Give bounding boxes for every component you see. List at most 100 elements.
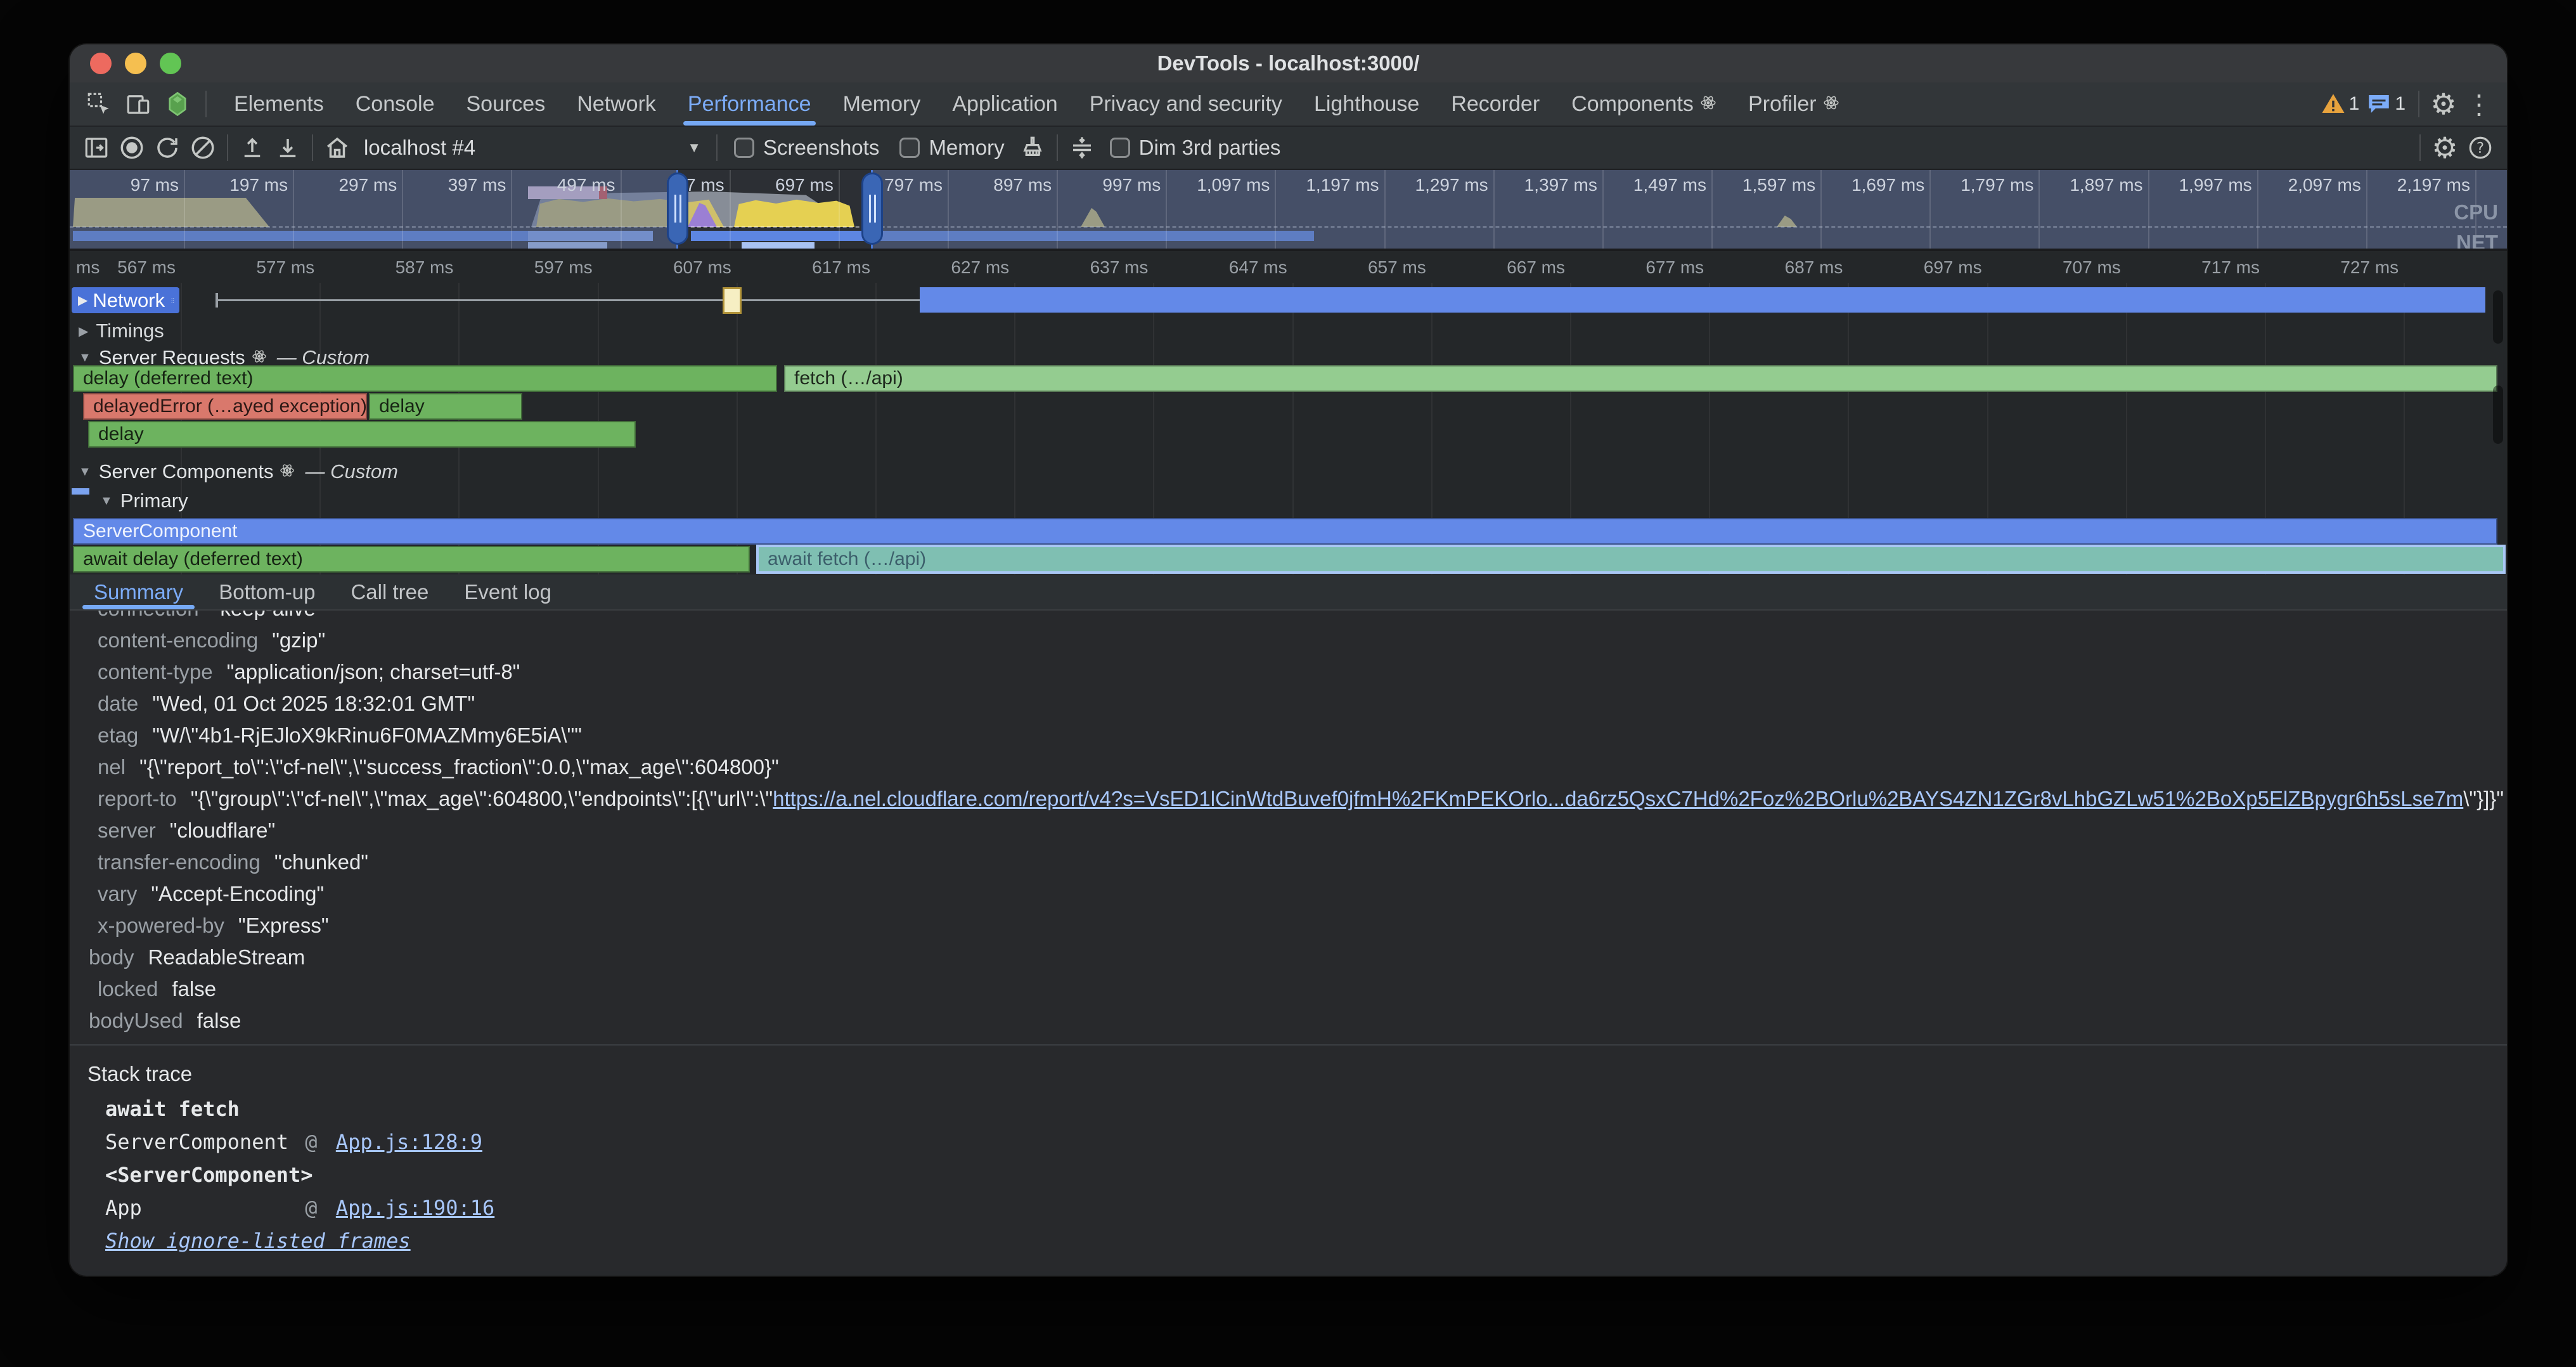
collapse-triangle-icon[interactable]: ▼ (79, 351, 91, 365)
settings-gear-icon[interactable]: ⚙ (2426, 87, 2461, 120)
ruler-time-label: 707 ms (2063, 257, 2121, 278)
flame-scrollbar-thumb[interactable] (2493, 385, 2503, 444)
overview-time-label: 1,297 ms (1415, 175, 1488, 195)
history-select[interactable]: localhost #4 ▼ (355, 131, 710, 164)
tab-call-tree[interactable]: Call tree (333, 574, 446, 609)
reload-record-button[interactable] (150, 131, 185, 164)
react-atom-icon (1700, 92, 1716, 117)
tab-recorder[interactable]: Recorder (1435, 82, 1555, 126)
overview-time-label: 1,997 ms (2179, 175, 2251, 195)
drag-handle-icon[interactable] (171, 292, 174, 309)
tab-elements[interactable]: Elements (218, 82, 340, 126)
timeline-overview[interactable]: 97 ms197 ms297 ms397 ms497 ms597 ms697 m… (70, 170, 2507, 251)
flame-bar-await-fetch-selected[interactable]: await fetch (…/api) (756, 545, 2506, 574)
overview-time-label: 2,097 ms (2288, 175, 2361, 195)
tab-components[interactable]: Components (1555, 82, 1732, 126)
flame-bar-await-delay[interactable]: await delay (deferred text) (73, 546, 750, 573)
device-toolbar-icon[interactable] (120, 87, 156, 120)
flame-scrollbar-thumb[interactable] (2493, 290, 2503, 344)
tab-application[interactable]: Application (936, 82, 1073, 126)
expand-triangle-icon[interactable]: ▶ (79, 323, 88, 339)
tab-bottom-up[interactable]: Bottom-up (201, 574, 333, 609)
tab-privacy-security[interactable]: Privacy and security (1074, 82, 1298, 126)
zoom-window-button[interactable] (160, 53, 181, 74)
source-location-link[interactable]: App.js:128:9 (336, 1130, 482, 1154)
checkbox-box[interactable] (1110, 138, 1130, 158)
tab-memory[interactable]: Memory (827, 82, 937, 126)
toggle-sidebar-icon[interactable] (79, 131, 114, 164)
collapse-triangle-icon[interactable]: ▼ (79, 465, 91, 479)
ruler-time-label: 627 ms (951, 257, 1009, 278)
flame-bar-delay[interactable]: delay (369, 393, 522, 420)
overview-time-label: 197 ms (229, 175, 288, 195)
flame-bar-delay-deferred[interactable]: delay (deferred text) (73, 365, 777, 392)
flame-chart[interactable]: 567 ms577 ms587 ms597 ms607 ms617 ms627 … (70, 251, 2507, 574)
summary-panel: connection"keep-alive" content-encoding"… (70, 611, 2507, 1271)
tab-summary[interactable]: Summary (76, 574, 201, 609)
tab-profiler[interactable]: Profiler (1732, 82, 1855, 126)
overview-time-label: 997 ms (1102, 175, 1161, 195)
window-handle-right[interactable] (861, 172, 883, 245)
overview-time-label: 1,097 ms (1197, 175, 1270, 195)
tab-sources[interactable]: Sources (450, 82, 561, 126)
performance-toolbar: localhost #4 ▼ Screenshots Memory Dim 3r… (70, 127, 2507, 170)
collect-garbage-icon[interactable] (1015, 131, 1050, 164)
warnings-button[interactable]: 1 (2320, 87, 2366, 120)
network-request-bar-pending[interactable] (723, 287, 742, 314)
flame-bar-fetch-api[interactable]: fetch (…/api) (784, 365, 2497, 392)
show-ignore-listed-frames-link[interactable]: Show ignore-listed frames (70, 1224, 2507, 1257)
ruler-time-label: 647 ms (1229, 257, 1287, 278)
track-network[interactable]: ▶ Network (72, 287, 179, 313)
dim-3rd-parties-checkbox[interactable]: Dim 3rd parties (1110, 136, 1281, 160)
tab-lighthouse[interactable]: Lighthouse (1298, 82, 1435, 126)
track-server-components[interactable]: ▼ Server Components — Custom (79, 460, 398, 483)
track-primary[interactable]: ▼ Primary (100, 489, 188, 512)
overview-tick (621, 170, 622, 249)
home-icon[interactable] (319, 131, 355, 164)
report-endpoint-link[interactable]: https://a.nel.cloudflare.com/report/v4?s… (773, 787, 2463, 810)
network-request-bar[interactable] (920, 287, 2485, 313)
window-handle-left[interactable] (667, 172, 688, 245)
checkbox-box[interactable] (734, 138, 754, 158)
checkbox-box[interactable] (899, 138, 920, 158)
overview-tick (1057, 170, 1058, 249)
tab-network[interactable]: Network (561, 82, 672, 126)
tab-performance[interactable]: Performance (672, 82, 827, 126)
tab-console[interactable]: Console (340, 82, 451, 126)
help-icon[interactable]: ? (2463, 131, 2498, 164)
header-row: nel"{\"report_to\":\"cf-nel\",\"success_… (70, 751, 2507, 783)
track-timings[interactable]: ▶ Timings (79, 320, 164, 342)
tab-event-log[interactable]: Event log (446, 574, 569, 609)
overview-time-label: 97 ms (131, 175, 179, 195)
source-location-link[interactable]: App.js:190:16 (336, 1196, 494, 1220)
clear-button[interactable] (185, 131, 221, 164)
shortcuts-dialog-icon[interactable] (1064, 131, 1100, 164)
flame-bar-server-component[interactable]: ServerComponent (73, 518, 2497, 545)
download-profile-icon[interactable] (270, 131, 306, 164)
minimize-window-button[interactable] (125, 53, 146, 74)
flame-bar-delayed-error[interactable]: delayedError (…ayed exception) (83, 393, 367, 420)
memory-checkbox[interactable]: Memory (899, 136, 1004, 160)
upload-profile-icon[interactable] (235, 131, 270, 164)
overview-tick (1493, 170, 1495, 249)
ruler-time-label: 657 ms (1368, 257, 1426, 278)
overview-time-label: 1,197 ms (1306, 175, 1379, 195)
overview-tick (1275, 170, 1276, 249)
screenshots-checkbox[interactable]: Screenshots (734, 136, 879, 160)
record-button[interactable] (114, 131, 150, 164)
expand-triangle-icon[interactable]: ▶ (78, 292, 87, 308)
close-window-button[interactable] (90, 53, 112, 74)
ruler-time-label: 597 ms (534, 257, 593, 278)
header-row: server"cloudflare" (70, 815, 2507, 846)
flame-bar-delay[interactable]: delay (88, 421, 636, 448)
react-devtools-icon (160, 87, 195, 120)
more-menu-icon[interactable]: ⋮ (2461, 87, 2497, 120)
header-row-report-to: report-to"{\"group\":\"cf-nel\",\"max_ag… (70, 783, 2507, 815)
ruler-time-label: 687 ms (1785, 257, 1843, 278)
inspect-element-icon[interactable] (81, 87, 117, 120)
overview-time-label: 1,697 ms (1852, 175, 1924, 195)
header-row: transfer-encoding"chunked" (70, 846, 2507, 878)
capture-settings-gear-icon[interactable]: ⚙ (2427, 131, 2463, 164)
issues-button[interactable]: 1 (2366, 87, 2412, 120)
collapse-triangle-icon[interactable]: ▼ (100, 494, 113, 509)
